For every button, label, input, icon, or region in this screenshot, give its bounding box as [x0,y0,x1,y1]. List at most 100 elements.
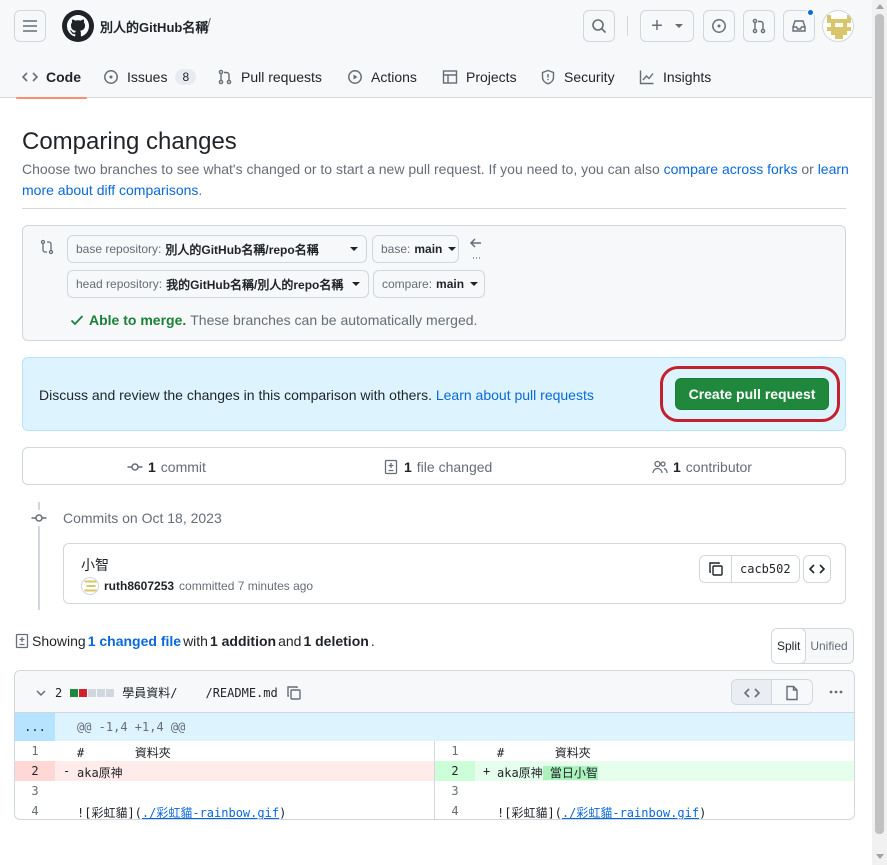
line-number[interactable]: 2 [435,761,475,781]
line-number[interactable]: 3 [435,784,475,798]
line-code: ![彩虹貓](./彩虹貓-rainbow.gif) [497,804,707,820]
chevron-down-icon[interactable] [35,687,47,699]
compare-across-forks-link[interactable]: compare across forks [664,161,798,177]
your-pull-requests-button[interactable] [743,10,775,42]
rich-view-button[interactable] [772,680,812,704]
tab-projects[interactable]: Projects [442,56,517,98]
unified-view-button[interactable]: Unified [805,629,852,663]
line-number[interactable]: 4 [15,804,55,818]
chevron-down-icon [470,282,479,286]
line-number[interactable]: 2 [15,761,55,781]
compare-branch-select[interactable]: compare: main [373,270,485,298]
tab-pull-requests[interactable]: Pull requests [217,56,322,98]
hamburger-icon [23,20,37,32]
merge-status-label: Able to merge. [89,312,187,328]
base-repository-select[interactable]: base repository: 別人的GitHub名稱/repo名稱 [67,235,367,263]
learn-pull-requests-link[interactable]: Learn about pull requests [436,387,594,403]
page-title: Comparing changes [22,128,237,155]
copy-icon[interactable] [286,685,302,701]
description-text: Choose two branches to see what's change… [22,161,664,177]
file-icon [786,685,798,701]
line-number[interactable]: 1 [15,744,55,758]
commits-count: 1 [148,459,156,475]
page-description: Choose two branches to see what's change… [22,159,852,201]
more-options-button[interactable] [823,679,849,705]
menu-button[interactable] [14,10,46,42]
changes-count: 2 [55,685,63,700]
additions-count: 1 addition [209,633,277,649]
tab-security[interactable]: Security [540,56,615,98]
github-logo-icon[interactable] [62,10,94,42]
contributors-stat[interactable]: 1 contributor [652,459,752,475]
line-code: ![彩虹貓](./彩虹貓-rainbow.gif) [77,804,286,819]
summary-text: . [370,633,375,649]
your-issues-button[interactable] [703,10,735,42]
source-view-button[interactable] [732,680,772,704]
scroll-up-icon[interactable] [876,4,884,9]
file-header: 2 學員資料/ /README.md [15,671,854,713]
banner-message: Discuss and review the changes in this c… [39,387,432,403]
copy-sha-button[interactable] [700,556,732,582]
repo-owner-link[interactable]: 別人的GitHub名稱 [100,17,208,36]
select-label: compare: [382,277,433,291]
commit-icon [31,510,47,526]
head-repository-select[interactable]: head repository: 我的GitHub名稱/別人的repo名稱 [67,270,369,298]
avatar[interactable] [81,577,99,595]
issues-count-badge: 8 [175,69,197,85]
tab-insights[interactable]: Insights [639,56,711,98]
line-number[interactable]: 3 [15,784,55,798]
commit-icon [127,463,143,471]
compare-arrows-icon [40,239,54,255]
browse-repo-button[interactable] [803,555,831,583]
diff-row: 2 - aka原神 2 + aka原神 當日小智 [15,761,854,781]
line-number[interactable]: 4 [435,804,475,818]
contributors-label: contributor [685,459,752,475]
summary-text: and [278,633,302,649]
commits-stat[interactable]: 1 commit [127,459,206,475]
select-label: head repository: [76,277,163,291]
create-new-button[interactable]: + [640,10,694,42]
issue-icon [104,70,118,84]
file-path-dir[interactable]: 學員資料/ [122,684,177,701]
line-code: # 資料夾 [77,746,171,760]
create-pull-request-button[interactable]: Create pull request [675,378,829,410]
swap-arrow-icon[interactable] [469,236,483,262]
line-number[interactable]: 1 [435,744,475,758]
avatar[interactable] [822,10,854,42]
expand-hunk-button[interactable]: ... [15,713,55,741]
file-diff-icon [384,459,398,475]
code-text: ) [699,806,707,820]
changed-files-link[interactable]: 1 changed file [88,633,181,649]
commit-author[interactable]: ruth8607253 [104,579,174,593]
select-value: 我的GitHub名稱/別人的repo名稱 [166,277,344,292]
commit-title[interactable]: 小智 [81,555,109,575]
base-branch-select[interactable]: base: main [372,235,459,263]
summary-text: Showing [32,633,86,649]
tab-issues[interactable]: Issues 8 [103,56,197,98]
diffstat-bar [70,688,115,697]
split-view-button[interactable]: Split [771,629,807,663]
commit-item: 小智 ruth8607253 committed 7 minutes ago c… [63,543,846,604]
merge-status-text: These branches can be automatically merg… [190,312,478,328]
code-icon [809,564,825,574]
code-text: ![彩虹貓]( [497,806,562,820]
plus-icon: + [651,15,663,37]
tab-actions[interactable]: Actions [347,56,417,98]
line-code: # 資料夾 [497,746,591,760]
hunk-range: @@ -1,4 +1,4 @@ [77,720,186,734]
search-button[interactable] [583,10,615,42]
file-path-name[interactable]: /README.md [205,686,277,700]
divider [22,208,846,209]
code-text: aka原神 [497,766,543,780]
scrollbar-thumb[interactable] [875,14,884,834]
files-changed-stat[interactable]: 1 file changed [383,459,492,475]
commit-sha-link[interactable]: cacb502 [732,556,799,582]
check-icon [70,315,84,326]
inbox-icon [792,20,806,32]
diff-summary: Showing 1 changed file with 1 addition a… [14,633,375,649]
tab-code[interactable]: Code [16,56,87,99]
contributors-count: 1 [673,459,681,475]
scroll-down-icon[interactable] [876,854,884,859]
diff-view-toggle: Split Unified [771,628,854,664]
tab-label: Projects [466,69,517,85]
